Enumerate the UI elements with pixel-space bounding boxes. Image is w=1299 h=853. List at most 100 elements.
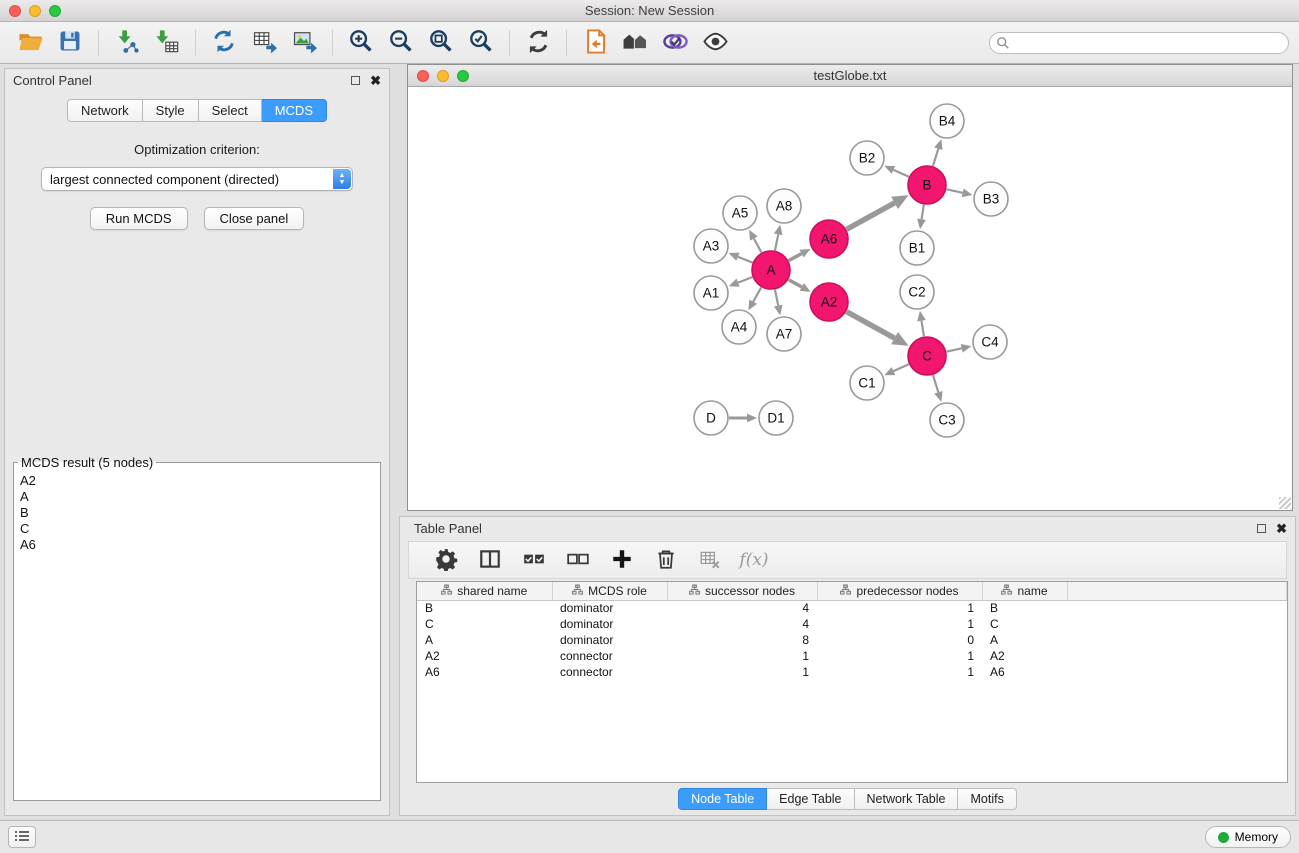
export-table-button[interactable]: [244, 25, 284, 61]
fx-button[interactable]: f(x): [739, 545, 769, 575]
table-row[interactable]: A2connector11A2: [417, 648, 1287, 664]
table-row[interactable]: A6connector11A6: [417, 664, 1287, 680]
mcds-result-item[interactable]: A6: [20, 537, 374, 553]
edge-A6-B[interactable]: [847, 203, 895, 229]
table-cell[interactable]: A2: [982, 648, 1067, 664]
edge-A-A8[interactable]: [775, 234, 778, 250]
edge-B-B2[interactable]: [893, 170, 908, 177]
edge-A-A3[interactable]: [738, 257, 753, 263]
edge-C-C4[interactable]: [947, 348, 962, 351]
edge-B-B3[interactable]: [947, 189, 963, 193]
select-all-button[interactable]: [519, 545, 549, 575]
analyzer-button[interactable]: [655, 25, 695, 61]
table-cell[interactable]: A: [982, 632, 1067, 648]
tab-motifs[interactable]: Motifs: [958, 788, 1016, 810]
edge-A-A6[interactable]: [789, 254, 802, 261]
table-cell[interactable]: 4: [667, 616, 817, 632]
graph-node-A5[interactable]: A5: [723, 196, 757, 230]
graph-node-C3[interactable]: C3: [930, 403, 964, 437]
tab-mcds[interactable]: MCDS: [262, 99, 327, 122]
graph-node-A8[interactable]: A8: [767, 189, 801, 223]
import-table-button[interactable]: [147, 25, 187, 61]
graph-node-D1[interactable]: D1: [759, 401, 793, 435]
tab-node-table[interactable]: Node Table: [678, 788, 767, 810]
home-view-button[interactable]: [615, 25, 655, 61]
table-cell[interactable]: connector: [552, 664, 667, 680]
open-session-button[interactable]: [10, 25, 50, 61]
column-header[interactable]: predecessor nodes: [817, 582, 982, 600]
table-cell[interactable]: 1: [667, 664, 817, 680]
table-row[interactable]: Adominator80A: [417, 632, 1287, 648]
table-cell[interactable]: dominator: [552, 632, 667, 648]
mcds-result-item[interactable]: A: [20, 489, 374, 505]
table-cell[interactable]: 4: [667, 600, 817, 616]
import-network-button[interactable]: [107, 25, 147, 61]
graph-node-A4[interactable]: A4: [722, 310, 756, 344]
tab-network-table[interactable]: Network Table: [855, 788, 959, 810]
table-cell[interactable]: B: [982, 600, 1067, 616]
table-cell[interactable]: 0: [817, 632, 982, 648]
edge-B-B4[interactable]: [933, 149, 938, 166]
table-row[interactable]: Bdominator41B: [417, 600, 1287, 616]
table-cell[interactable]: C: [982, 616, 1067, 632]
tab-select[interactable]: Select: [199, 99, 262, 122]
show-details-button[interactable]: [695, 25, 735, 61]
graph-node-B1[interactable]: B1: [900, 231, 934, 265]
edge-A2-C[interactable]: [847, 312, 895, 338]
edge-A-A7[interactable]: [775, 290, 778, 306]
graph-node-A2[interactable]: A2: [810, 283, 848, 321]
edge-A-A1[interactable]: [738, 277, 752, 282]
edge-C-C1[interactable]: [893, 364, 908, 371]
graph-node-A6[interactable]: A6: [810, 220, 848, 258]
table-cell[interactable]: connector: [552, 648, 667, 664]
table-cell[interactable]: A2: [417, 648, 552, 664]
table-row[interactable]: Cdominator41C: [417, 616, 1287, 632]
deselect-all-button[interactable]: [563, 545, 593, 575]
table-float-panel-icon[interactable]: [1257, 524, 1266, 533]
mcds-result-item[interactable]: B: [20, 505, 374, 521]
task-history-button[interactable]: [8, 826, 36, 848]
graph-node-C[interactable]: C: [908, 337, 946, 375]
zoom-fit-button[interactable]: [421, 25, 461, 61]
zoom-selected-button[interactable]: [461, 25, 501, 61]
column-header[interactable]: name: [982, 582, 1067, 600]
tab-style[interactable]: Style: [143, 99, 199, 122]
table-cell[interactable]: 1: [817, 616, 982, 632]
graph-node-B3[interactable]: B3: [974, 182, 1008, 216]
search-input[interactable]: [989, 32, 1289, 54]
column-header[interactable]: MCDS role: [552, 582, 667, 600]
edge-A-A4[interactable]: [753, 287, 761, 301]
table-cell[interactable]: C: [417, 616, 552, 632]
graph-node-A7[interactable]: A7: [767, 317, 801, 351]
mcds-result-item[interactable]: A2: [20, 473, 374, 489]
zoom-in-button[interactable]: [341, 25, 381, 61]
run-mcds-button[interactable]: Run MCDS: [90, 207, 188, 230]
add-row-button[interactable]: [607, 545, 637, 575]
zoom-out-button[interactable]: [381, 25, 421, 61]
float-panel-icon[interactable]: [351, 76, 360, 85]
table-cell[interactable]: dominator: [552, 600, 667, 616]
optimization-criterion-dropdown[interactable]: largest connected component (directed) ▲…: [41, 167, 353, 191]
edge-C-C3[interactable]: [933, 375, 938, 392]
graph-node-A1[interactable]: A1: [694, 276, 728, 310]
edge-B-B1[interactable]: [922, 205, 924, 220]
table-cell[interactable]: 8: [667, 632, 817, 648]
export-network-button[interactable]: [204, 25, 244, 61]
graph-node-C1[interactable]: C1: [850, 366, 884, 400]
mcds-result-item[interactable]: C: [20, 521, 374, 537]
table-cell[interactable]: 1: [817, 664, 982, 680]
delete-row-button[interactable]: [651, 545, 681, 575]
apply-layout-button[interactable]: [518, 25, 558, 61]
export-image-button[interactable]: [284, 25, 324, 61]
table-close-panel-icon[interactable]: ✖: [1276, 522, 1287, 535]
edge-A-A5[interactable]: [754, 238, 762, 252]
window-resize-handle[interactable]: [1279, 497, 1291, 509]
graph-node-A3[interactable]: A3: [694, 229, 728, 263]
table-cell[interactable]: B: [417, 600, 552, 616]
graph-node-A[interactable]: A: [752, 251, 790, 289]
table-cell[interactable]: A6: [982, 664, 1067, 680]
network-canvas[interactable]: AA1A2A3A4A5A6A7A8BB1B2B3B4CC1C2C3C4DD1: [408, 87, 1292, 510]
memory-button[interactable]: Memory: [1205, 826, 1291, 848]
graph-node-B4[interactable]: B4: [930, 104, 964, 138]
settings-button[interactable]: [431, 545, 461, 575]
